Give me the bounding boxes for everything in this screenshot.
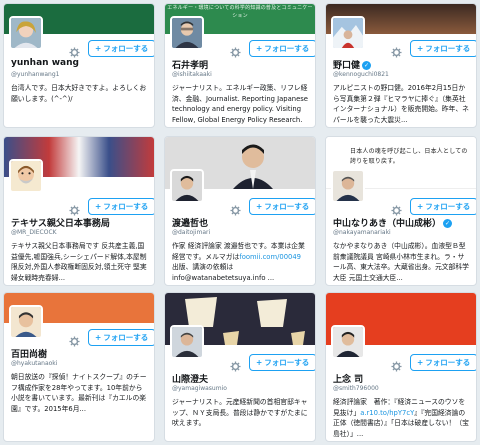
gear-icon[interactable]: [69, 332, 80, 347]
follow-label: フォローする: [264, 358, 310, 367]
profile-handle[interactable]: @daitojimari: [172, 229, 210, 236]
follow-button[interactable]: + フォローする: [88, 40, 154, 57]
avatar[interactable]: [9, 305, 43, 339]
add-user-icon: +: [95, 44, 102, 53]
avatar[interactable]: [331, 16, 365, 50]
profile-name-text: 野口健: [333, 61, 361, 71]
verified-icon: ✓: [443, 219, 453, 228]
follow-label: フォローする: [264, 202, 310, 211]
profile-name[interactable]: 百田尚樹: [11, 347, 47, 360]
avatar[interactable]: [170, 169, 204, 203]
bio-link[interactable]: foomii.com/00049: [239, 253, 301, 261]
avatar[interactable]: [170, 16, 204, 50]
avatar[interactable]: [9, 159, 43, 193]
profile-name[interactable]: 野口健 ✓: [333, 58, 372, 71]
avatar[interactable]: [331, 169, 365, 203]
profile-bio: 朝日放送の『探偵！ナイトスクープ』のチーフ構成作家を28年やってます。10年前か…: [11, 373, 147, 413]
profile-name[interactable]: テキサス親父日本事務局: [11, 216, 150, 229]
profile-bio: 台湾人です。日本大好きですよ。よろしくお願いします。(^-^)/: [11, 84, 147, 103]
profile-name[interactable]: 中山なりあき（中山成彬） ✓: [333, 216, 472, 229]
profile-handle[interactable]: @hyakutanaoki: [11, 360, 57, 367]
profile-bio: 作家 経済評論家 渡邉哲也です。本業は企業経営です。メルマガはfoomii.co…: [172, 241, 309, 283]
gear-icon[interactable]: [230, 43, 241, 58]
profile-handle[interactable]: @yamagiwasumio: [172, 385, 227, 392]
profile-name[interactable]: 山際澄夫: [172, 372, 208, 385]
profile-name[interactable]: yunhan wang: [11, 58, 79, 68]
bio-text: 出版、講演の依頼は info@watanabetetsuya.info ...: [172, 263, 275, 282]
profile-handle[interactable]: @kennoguchi0821: [333, 71, 389, 78]
profile-bio: なかやまなりあき（中山成彬）。血液型Ｂ型 前衆議院議員 宮崎県小林市生まれ。ラ・…: [333, 242, 469, 282]
profile-name[interactable]: 上念 司: [333, 372, 363, 385]
add-user-icon: +: [256, 202, 263, 211]
follow-label: フォローする: [103, 202, 149, 211]
follow-label: フォローする: [425, 202, 471, 211]
profile-bio: ジャーナリスト。エネルギー政策、リフレ経済、金融、Journalist. Rep…: [172, 84, 308, 124]
gear-icon[interactable]: [69, 201, 80, 216]
follow-button[interactable]: + フォローする: [88, 198, 154, 215]
follow-button[interactable]: + フォローする: [249, 40, 315, 57]
add-user-icon: +: [256, 44, 263, 53]
profile-bio: ジャーナリスト。元産経新聞の首相官邸キャップ、ＮＹ支局長。普段は静かですがたまに…: [172, 398, 308, 427]
follow-button[interactable]: + フォローする: [410, 198, 476, 215]
profile-name-text: 中山なりあき（中山成彬）: [333, 219, 442, 229]
profile-card[interactable]: + フォローする 上念 司 @smith796000 経済評論家 著作：『経済ニュ…: [325, 292, 477, 442]
profile-card[interactable]: + フォローする 山際澄夫 @yamagiwasumio ジャーナリスト。元産経新…: [164, 292, 316, 442]
profile-bio: アルピニストの野口健。2016年2月15日から写真集第２弾『ヒマラヤに捧ぐ』（集…: [333, 84, 469, 124]
profile-handle[interactable]: @MR_DIECOCK: [11, 229, 57, 236]
profile-handle[interactable]: @yunhanwang1: [11, 71, 59, 78]
profile-card[interactable]: エネルギー・環境についての科学的知識の普及とコミュニケーション + フォローする …: [164, 3, 316, 128]
profile-handle[interactable]: @nakayamanariaki: [333, 229, 391, 236]
follow-label: フォローする: [103, 333, 149, 342]
add-user-icon: +: [256, 358, 263, 367]
follow-label: フォローする: [425, 44, 471, 53]
avatar[interactable]: [170, 325, 204, 359]
follow-label: フォローする: [264, 44, 310, 53]
gear-icon[interactable]: [230, 201, 241, 216]
follow-button[interactable]: + フォローする: [88, 329, 154, 346]
profile-name[interactable]: 石井孝明: [172, 58, 208, 71]
profile-card[interactable]: + フォローする 渡邉哲也 @daitojimari 作家 経済評論家 渡邉哲也で…: [164, 136, 316, 286]
profile-handle[interactable]: @ishiitakaaki: [172, 71, 212, 78]
follow-label: フォローする: [425, 358, 471, 367]
add-user-icon: +: [95, 333, 102, 342]
profile-bio: 経済評論家 著作：『経済ニュースのウソを見抜け」a.r10.to/hpY7cY』…: [333, 397, 470, 439]
add-user-icon: +: [95, 202, 102, 211]
gear-icon[interactable]: [69, 43, 80, 58]
follow-button[interactable]: + フォローする: [249, 198, 315, 215]
profile-card[interactable]: + フォローする 野口健 ✓ @kennoguchi0821 アルピニストの野口健。…: [325, 3, 477, 128]
avatar[interactable]: [331, 325, 365, 359]
profile-card[interactable]: + フォローする テキサス親父日本事務局 @MR_DIECOCK テキサス親父日本…: [3, 136, 155, 286]
banner-text: 日本人の魂を呼び起こし、日本人としての誇りを取り戻す。: [350, 148, 468, 165]
add-user-icon: +: [417, 358, 424, 367]
profile-card[interactable]: 日本人の魂を呼び起こし、日本人としての誇りを取り戻す。 + フォローする 中山なり…: [325, 136, 477, 286]
profile-card[interactable]: + フォローする yunhan wang @yunhanwang1 台湾人です。日…: [3, 3, 155, 128]
add-user-icon: +: [417, 44, 424, 53]
gear-icon[interactable]: [391, 357, 402, 372]
profile-name[interactable]: 渡邉哲也: [172, 216, 208, 229]
profile-card[interactable]: + フォローする 百田尚樹 @hyakutanaoki 朝日放送の『探偵！ナイトス…: [3, 292, 155, 442]
gear-icon[interactable]: [230, 357, 241, 372]
profile-handle[interactable]: @smith796000: [333, 385, 379, 392]
add-user-icon: +: [417, 202, 424, 211]
follow-button[interactable]: + フォローする: [410, 354, 476, 371]
gear-icon[interactable]: [391, 201, 402, 216]
bio-link[interactable]: a.r10.to/hpY7cY: [360, 409, 414, 417]
gear-icon[interactable]: [391, 43, 402, 58]
follow-label: フォローする: [103, 44, 149, 53]
follow-button[interactable]: + フォローする: [410, 40, 476, 57]
profile-bio: テキサス親父日本事務局です 反共産主義,国益優先,嘘国強兵,シーシェパード解体,…: [11, 242, 147, 282]
follow-button[interactable]: + フォローする: [249, 354, 315, 371]
avatar[interactable]: [9, 16, 43, 50]
verified-icon: ✓: [362, 61, 372, 70]
